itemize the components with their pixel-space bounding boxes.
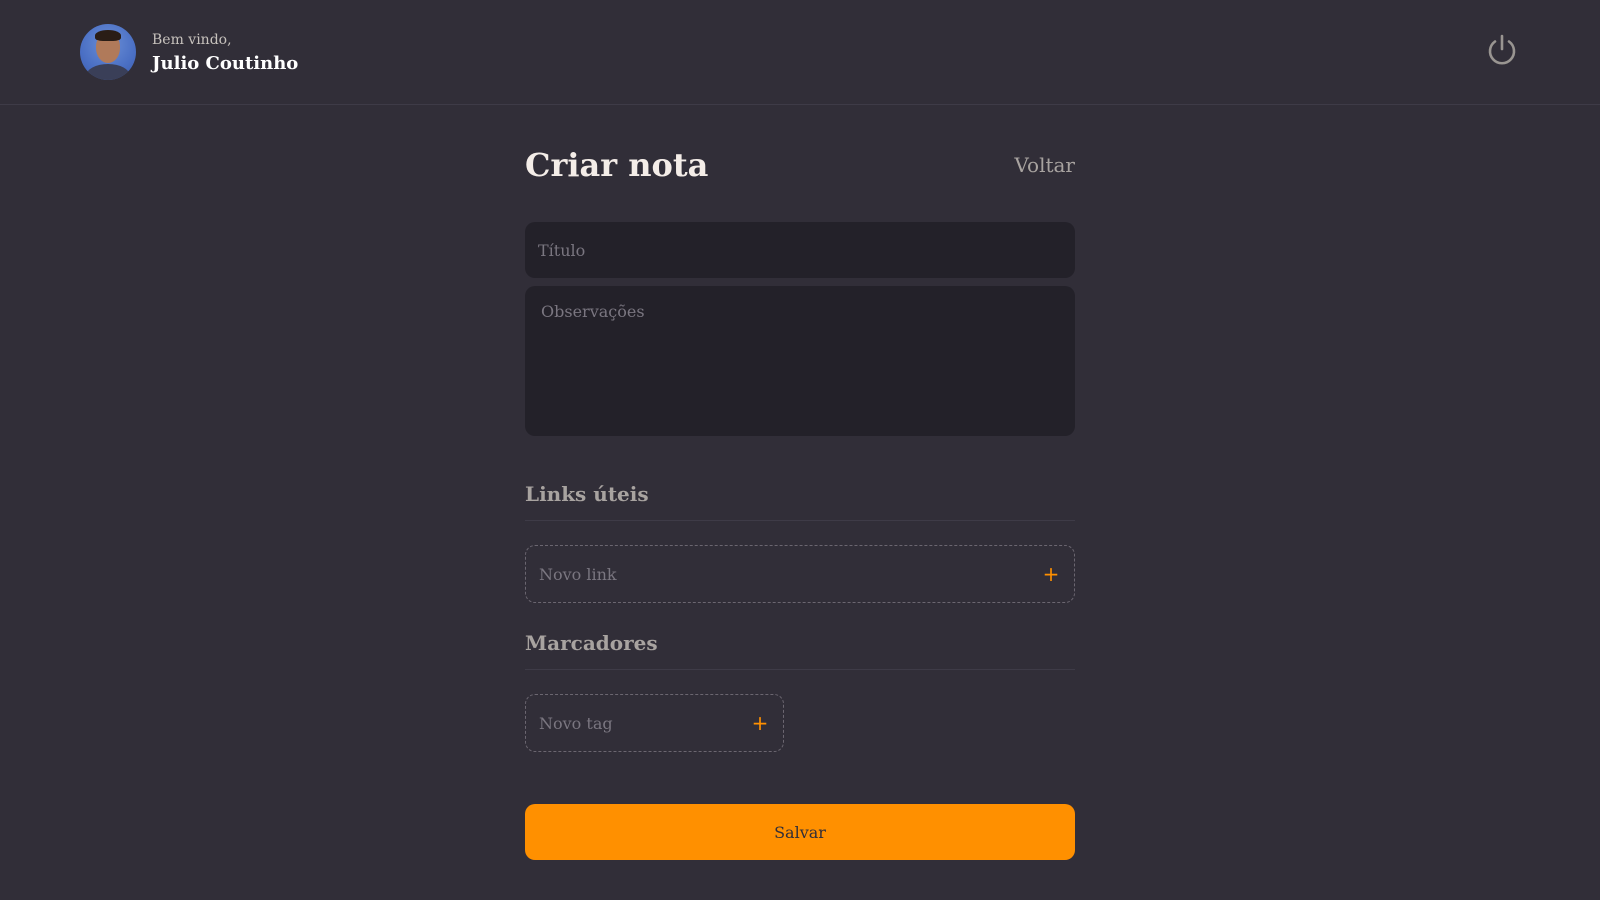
title-input[interactable] bbox=[525, 222, 1075, 278]
user-name[interactable]: Julio Coutinho bbox=[152, 53, 298, 74]
page-title: Criar nota bbox=[525, 146, 709, 184]
add-tag-icon[interactable]: + bbox=[750, 711, 770, 735]
tags-section-title: Marcadores bbox=[525, 631, 1075, 670]
welcome-text: Bem vindo, bbox=[152, 31, 232, 48]
power-icon[interactable] bbox=[1484, 32, 1520, 68]
new-link-input[interactable] bbox=[539, 564, 1041, 584]
links-section-title: Links úteis bbox=[525, 482, 1075, 521]
form-header: Criar nota Voltar bbox=[525, 140, 1075, 190]
app-header: Bem vindo, Julio Coutinho bbox=[0, 0, 1600, 105]
create-note-form: Criar nota Voltar Links úteis + Marcador… bbox=[525, 140, 1075, 860]
tags-section: Marcadores + bbox=[525, 631, 1075, 752]
add-link-icon[interactable]: + bbox=[1041, 562, 1061, 586]
save-button[interactable]: Salvar bbox=[525, 804, 1075, 860]
back-link[interactable]: Voltar bbox=[1014, 153, 1075, 177]
new-tag-item: + bbox=[525, 694, 784, 752]
user-profile[interactable]: Bem vindo, Julio Coutinho bbox=[80, 24, 298, 80]
notes-textarea[interactable] bbox=[525, 286, 1075, 436]
links-section: Links úteis + bbox=[525, 482, 1075, 603]
avatar[interactable] bbox=[80, 24, 136, 80]
new-link-item: + bbox=[525, 545, 1075, 603]
new-tag-input[interactable] bbox=[539, 713, 750, 733]
user-greeting: Bem vindo, Julio Coutinho bbox=[152, 31, 298, 74]
